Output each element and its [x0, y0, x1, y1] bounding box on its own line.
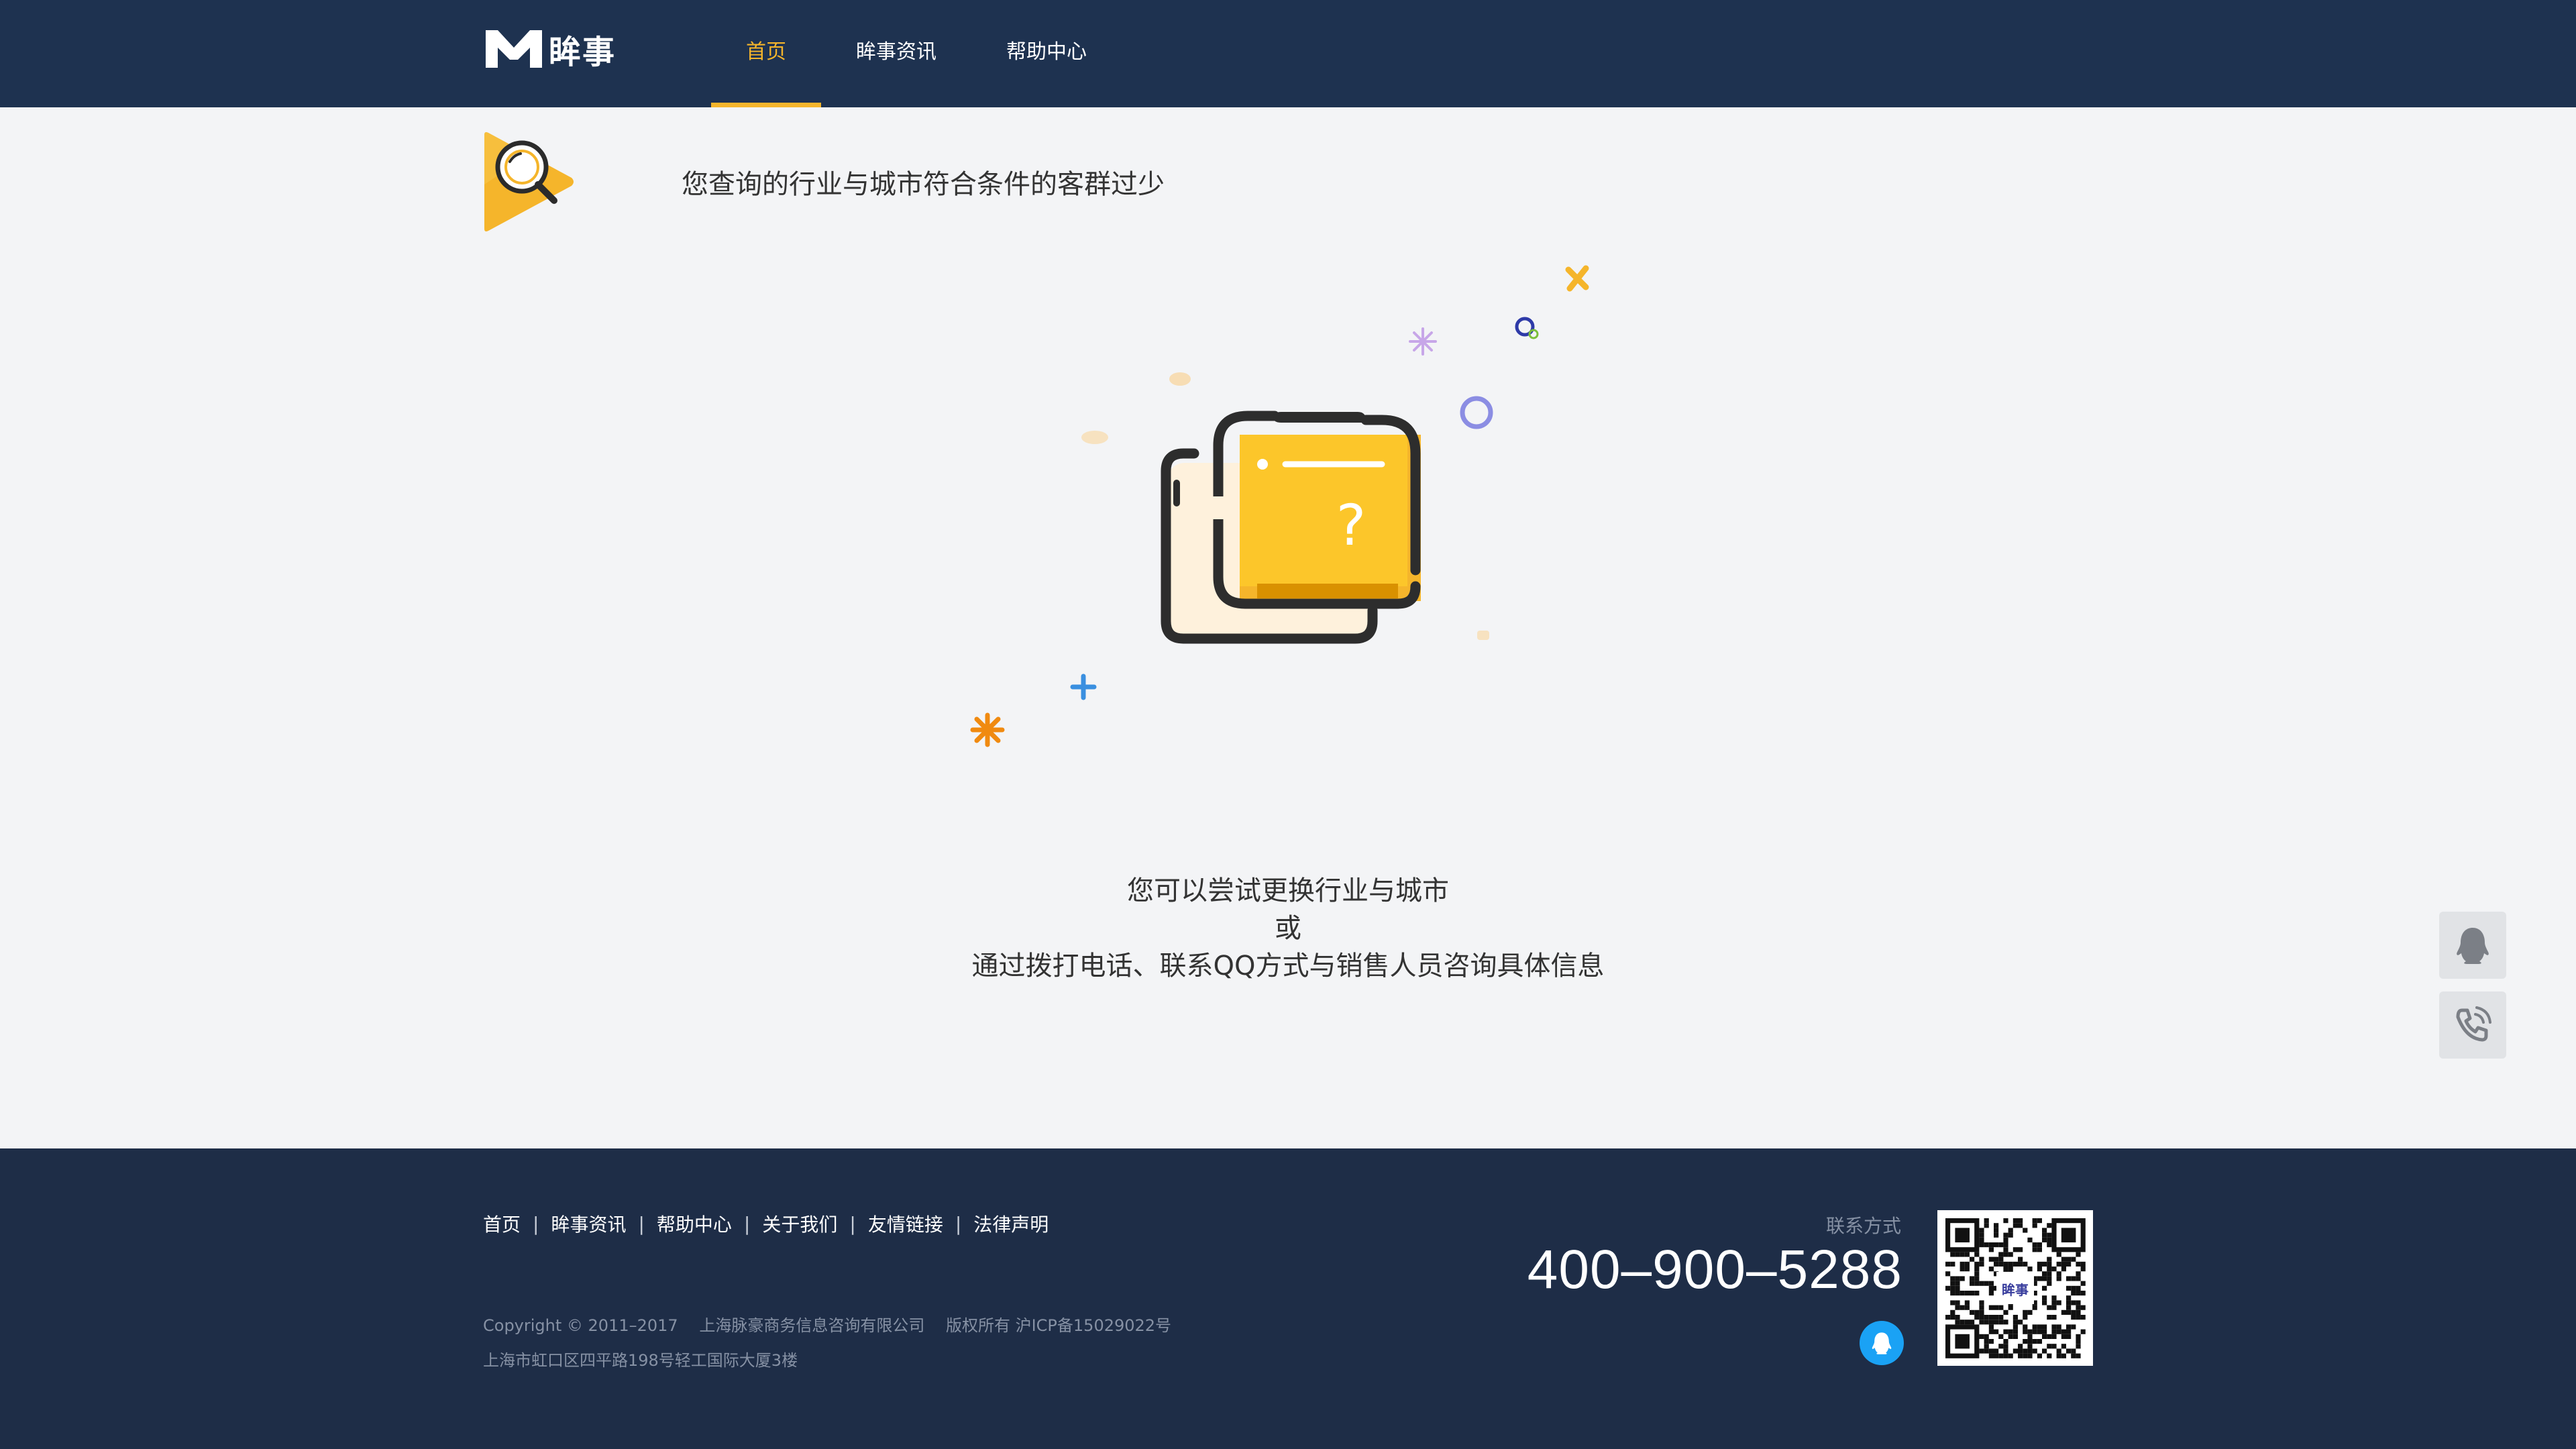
unknown-folder-icon: ? — [970, 265, 1589, 747]
search-play-icon — [484, 132, 574, 231]
footer-link-separator: | — [638, 1212, 645, 1235]
float-qq-button[interactable] — [2439, 912, 2506, 979]
decoration-blob-icon — [1169, 372, 1191, 386]
decoration-circle-icon — [1460, 396, 1493, 429]
icp-rights: 版权所有 沪ICP备15029022号 — [945, 1316, 1172, 1335]
question-mark: ? — [1336, 492, 1366, 558]
decoration-blob-icon — [1081, 431, 1108, 444]
company-name: 上海脉豪商务信息咨询有限公司 — [699, 1316, 925, 1335]
nav-item-home[interactable]: 首页 — [711, 0, 821, 107]
page-footer: 首页 | 眸事资讯 | 帮助中心 | 关于我们 | 友情链接 | 法律声明 Co… — [0, 1148, 2576, 1449]
brand-name: 眸事 — [549, 34, 616, 71]
footer-link-help[interactable]: 帮助中心 — [657, 1210, 732, 1237]
nav-item-label: 帮助中心 — [1006, 40, 1087, 64]
hotline-number: 400–900–5288 — [1527, 1239, 1902, 1300]
nav-item-news[interactable]: 眸事资讯 — [821, 0, 971, 107]
decoration-sparkle-icon — [1409, 327, 1437, 356]
footer-link-friends[interactable]: 友情链接 — [868, 1210, 943, 1237]
brand-logo[interactable]: 眸事 — [483, 25, 616, 72]
decoration-star-icon — [970, 712, 1005, 747]
notice-message: 您查询的行业与城市符合条件的客群过少 — [682, 169, 1165, 200]
suggestion-line: 通过拨打电话、联系QQ方式与销售人员咨询具体信息 — [971, 951, 1605, 981]
nav-active-indicator — [711, 103, 821, 107]
phone-icon — [2456, 1006, 2491, 1042]
copyright-text: Copyright © 2011–2017 — [483, 1316, 678, 1335]
nav-item-label: 眸事资讯 — [856, 40, 936, 64]
footer-qq-button[interactable] — [1860, 1321, 1904, 1365]
main-nav: 首页 眸事资讯 帮助中心 — [711, 0, 1122, 107]
suggestion-block: 您可以尝试更换行业与城市 或 通过拨打电话、联系QQ方式与销售人员咨询具体信息 — [818, 872, 1758, 985]
company-address: 上海市虹口区四平路198号轻工国际大厦3楼 — [483, 1351, 798, 1370]
footer-link-news[interactable]: 眸事资讯 — [551, 1210, 626, 1237]
decoration-rings-icon — [1515, 317, 1539, 339]
decoration-blob-icon — [1477, 631, 1489, 640]
float-phone-button[interactable] — [2439, 991, 2506, 1059]
brand-m-icon — [486, 30, 542, 68]
footer-link-separator: | — [533, 1212, 539, 1235]
qq-icon — [2457, 928, 2489, 964]
nav-item-label: 首页 — [746, 40, 786, 64]
qr-code-image: 眸事 — [1945, 1218, 2086, 1358]
footer-links: 首页 | 眸事资讯 | 帮助中心 | 关于我们 | 友情链接 | 法律声明 — [483, 1210, 1049, 1237]
contact-label: 联系方式 — [1825, 1215, 1901, 1237]
footer-link-home[interactable]: 首页 — [483, 1210, 521, 1237]
nav-item-help[interactable]: 帮助中心 — [971, 0, 1122, 107]
footer-link-separator: | — [743, 1212, 751, 1235]
footer-link-about[interactable]: 关于我们 — [762, 1210, 837, 1237]
top-nav-bar: 眸事 首页 眸事资讯 帮助中心 — [0, 0, 2576, 107]
suggestion-line: 您可以尝试更换行业与城市 — [1127, 875, 1449, 906]
qq-icon — [1872, 1332, 1892, 1354]
suggestion-line: 或 — [1275, 913, 1301, 944]
footer-link-separator: | — [955, 1212, 962, 1235]
copyright-line: Copyright © 2011–2017 上海脉豪商务信息咨询有限公司 版权所… — [483, 1312, 1187, 1336]
qr-code: 眸事 — [1937, 1210, 2093, 1366]
footer-link-legal[interactable]: 法律声明 — [973, 1210, 1049, 1237]
footer-link-separator: | — [849, 1212, 856, 1235]
decoration-cross-icon — [1565, 265, 1589, 292]
decoration-plus-icon — [1070, 674, 1097, 700]
qr-logo-text: 眸事 — [2002, 1282, 2029, 1298]
